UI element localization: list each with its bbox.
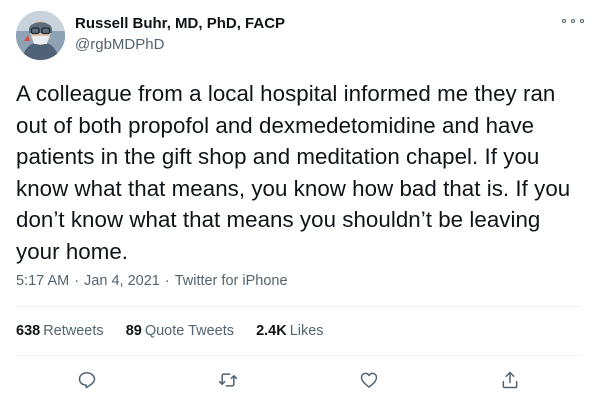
tweet-metadata: 5:17 AM · Jan 4, 2021 · Twitter for iPhone <box>16 271 288 291</box>
author-block: Russell Buhr, MD, PhD, FACP @rgbMDPhD <box>75 14 285 55</box>
retweets-stat[interactable]: 638 Retweets <box>16 323 104 339</box>
more-horizontal-icon-dot <box>580 19 584 23</box>
separator: · <box>74 273 80 289</box>
action-bar <box>0 367 598 393</box>
separator: · <box>164 273 170 289</box>
tweet-text: A colleague from a local hospital inform… <box>16 81 571 264</box>
like-button[interactable] <box>356 367 382 393</box>
tweet-card: Russell Buhr, MD, PhD, FACP @rgbMDPhD A … <box>0 0 598 404</box>
more-horizontal-icon-dot <box>571 19 575 23</box>
display-name[interactable]: Russell Buhr, MD, PhD, FACP <box>75 14 285 34</box>
engagement-stats: 638 Retweets 89 Quote Tweets 2.4K Likes <box>16 321 342 341</box>
user-handle[interactable]: @rgbMDPhD <box>75 35 285 55</box>
retweet-icon <box>218 373 238 387</box>
quote-tweets-stat[interactable]: 89 Quote Tweets <box>126 323 234 339</box>
more-options-button[interactable] <box>562 14 584 28</box>
likes-stat[interactable]: 2.4K Likes <box>256 323 324 339</box>
tweet-source[interactable]: Twitter for iPhone <box>175 273 288 289</box>
divider <box>16 306 582 307</box>
heart-icon <box>360 372 378 388</box>
tweet-time[interactable]: 5:17 AM <box>16 273 69 289</box>
avatar-image <box>16 11 65 60</box>
share-button[interactable] <box>497 367 523 393</box>
more-horizontal-icon <box>562 19 566 23</box>
tweet-date[interactable]: Jan 4, 2021 <box>84 273 160 289</box>
divider <box>16 355 582 356</box>
share-icon <box>502 371 518 389</box>
avatar[interactable] <box>16 11 65 60</box>
reply-icon <box>78 372 96 389</box>
reply-button[interactable] <box>74 367 100 393</box>
retweet-button[interactable] <box>215 367 241 393</box>
